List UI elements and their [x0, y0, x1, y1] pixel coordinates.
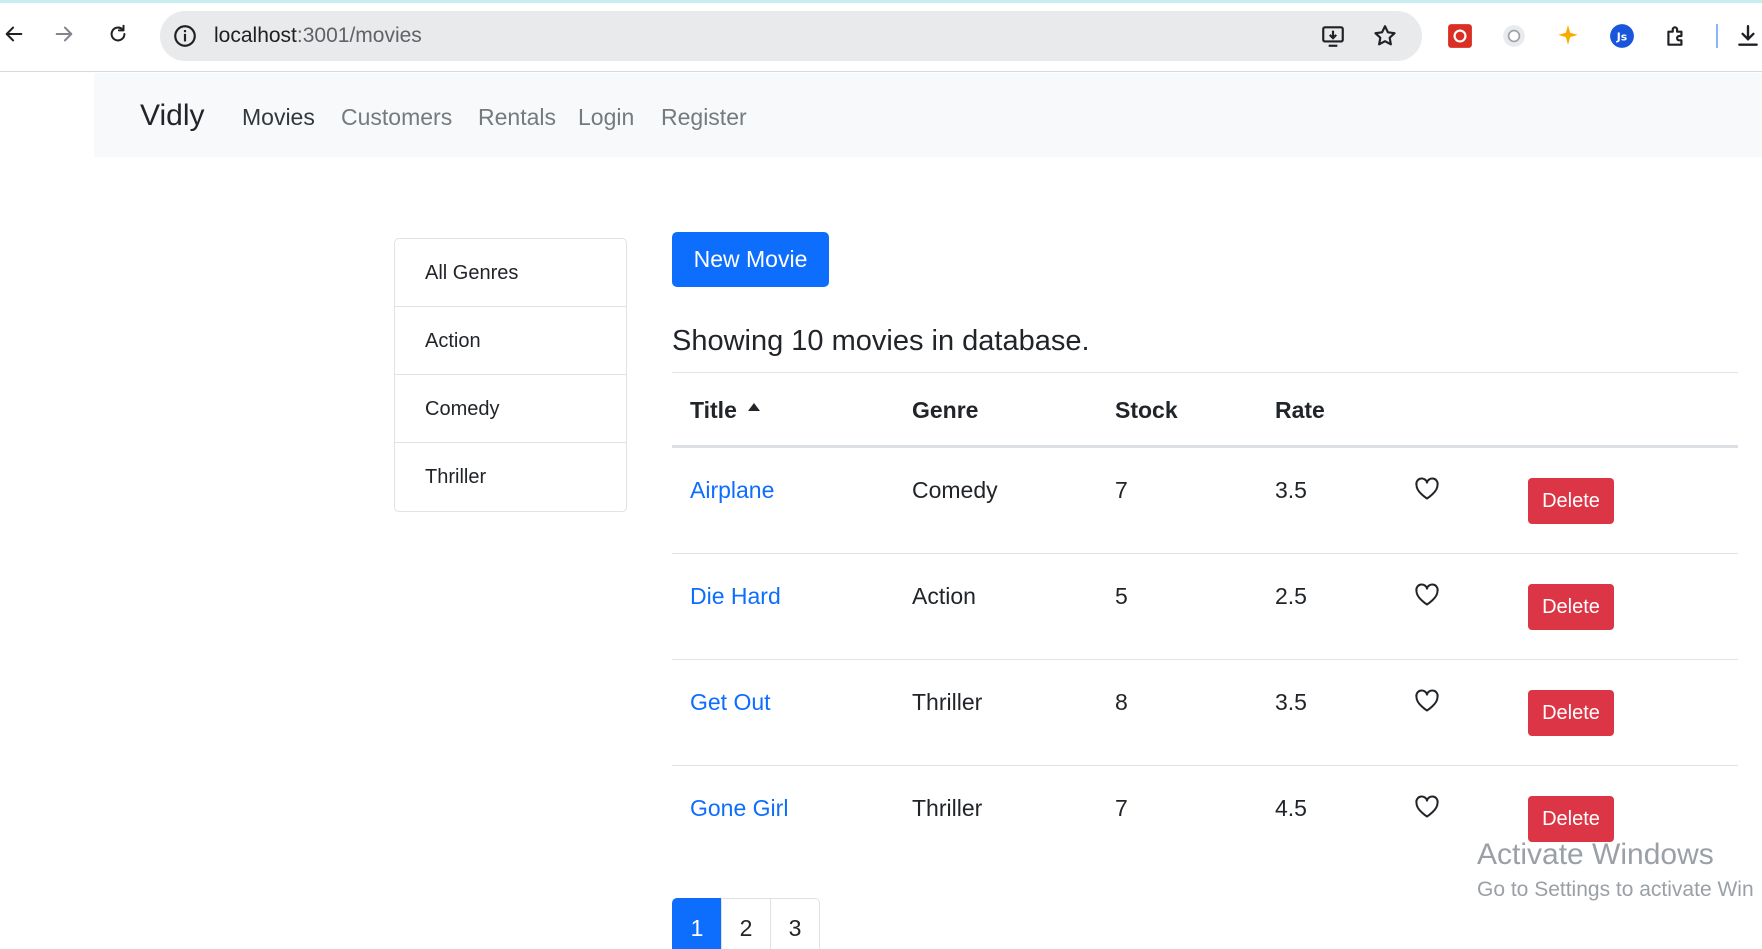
nav-link-customers[interactable]: Customers	[341, 104, 452, 131]
page-link-2[interactable]: 2	[721, 898, 771, 949]
genre-list: All Genres Action Comedy Thriller	[394, 238, 627, 512]
nav-link-register[interactable]: Register	[661, 104, 747, 131]
delete-button[interactable]: Delete	[1528, 796, 1614, 842]
extension-js-icon[interactable]: Js	[1608, 22, 1636, 50]
address-bar[interactable]: localhost:3001/movies	[160, 11, 1422, 61]
tab-strip-edge	[0, 0, 1762, 3]
back-arrow-icon[interactable]	[0, 20, 28, 48]
url-text[interactable]: localhost:3001/movies	[214, 24, 422, 48]
install-app-icon[interactable]	[1320, 23, 1346, 49]
extensions-puzzle-icon[interactable]	[1662, 22, 1690, 50]
delete-button[interactable]: Delete	[1528, 478, 1614, 524]
delete-button[interactable]: Delete	[1528, 690, 1614, 736]
column-header-stock[interactable]: Stock	[1115, 397, 1178, 424]
movie-rate: 3.5	[1275, 477, 1307, 503]
table-row: Get Out Thriller 8 3.5 Delete	[672, 660, 1738, 766]
browser-toolbar: localhost:3001/movies Js	[0, 0, 1762, 72]
url-host: localhost	[214, 24, 297, 47]
genre-label: Action	[425, 330, 481, 352]
pagination: 1 2 3	[672, 898, 820, 949]
reload-icon[interactable]	[104, 20, 132, 48]
svg-text:Js: Js	[1616, 30, 1627, 43]
table-row: Airplane Comedy 7 3.5 Delete	[672, 448, 1738, 554]
activate-windows-watermark: Activate Windows	[1477, 838, 1714, 871]
movie-title-link[interactable]: Get Out	[690, 689, 771, 716]
genre-label: Comedy	[425, 398, 500, 420]
movie-genre: Action	[912, 583, 976, 609]
movie-stock: 7	[1115, 477, 1128, 503]
nav-link-rentals[interactable]: Rentals	[478, 104, 556, 131]
extension-red-icon[interactable]	[1446, 22, 1474, 50]
divider	[672, 372, 1738, 373]
site-info-icon[interactable]	[172, 23, 198, 49]
extension-sparkle-icon[interactable]	[1554, 22, 1582, 50]
sort-asc-icon	[748, 403, 760, 411]
new-movie-button[interactable]: New Movie	[672, 232, 829, 287]
bookmark-star-icon[interactable]	[1372, 23, 1398, 49]
genre-item-all[interactable]: All Genres	[395, 239, 626, 307]
movie-title-link[interactable]: Airplane	[690, 477, 774, 504]
genre-item-action[interactable]: Action	[395, 307, 626, 375]
column-header-title[interactable]: Title	[690, 397, 737, 424]
heart-icon[interactable]	[1414, 583, 1440, 607]
genre-label: Thriller	[425, 466, 487, 488]
genre-item-comedy[interactable]: Comedy	[395, 375, 626, 443]
activate-windows-subtext: Go to Settings to activate Win	[1477, 878, 1754, 901]
heart-icon[interactable]	[1414, 795, 1440, 819]
nav-link-login[interactable]: Login	[578, 104, 634, 131]
movie-stock: 7	[1115, 795, 1128, 821]
column-header-genre[interactable]: Genre	[912, 397, 978, 424]
movie-count-text: Showing 10 movies in database.	[672, 325, 1090, 357]
url-path: :3001/movies	[296, 24, 422, 47]
forward-arrow-icon[interactable]	[50, 20, 78, 48]
movie-stock: 8	[1115, 689, 1128, 715]
movie-genre: Thriller	[912, 795, 983, 821]
delete-button[interactable]: Delete	[1528, 584, 1614, 630]
page-link-3[interactable]: 3	[770, 898, 820, 949]
movie-genre: Comedy	[912, 477, 998, 503]
app-navbar: Vidly Movies Customers Rentals Login Reg…	[94, 73, 1762, 157]
table-row: Die Hard Action 5 2.5 Delete	[672, 554, 1738, 660]
page-link-1[interactable]: 1	[672, 898, 722, 949]
genre-label: All Genres	[425, 262, 519, 284]
heart-icon[interactable]	[1414, 689, 1440, 713]
movie-rate: 3.5	[1275, 689, 1307, 715]
downloads-icon[interactable]	[1734, 22, 1762, 50]
movie-title-link[interactable]: Die Hard	[690, 583, 781, 610]
brand-link[interactable]: Vidly	[140, 99, 204, 133]
column-header-rate[interactable]: Rate	[1275, 397, 1325, 424]
genre-item-thriller[interactable]: Thriller	[395, 443, 626, 511]
movie-stock: 5	[1115, 583, 1128, 609]
nav-link-movies[interactable]: Movies	[242, 104, 315, 131]
movie-rate: 4.5	[1275, 795, 1307, 821]
movie-title-link[interactable]: Gone Girl	[690, 795, 788, 822]
movie-rate: 2.5	[1275, 583, 1307, 609]
heart-icon[interactable]	[1414, 477, 1440, 501]
movie-genre: Thriller	[912, 689, 983, 715]
extension-ring-icon[interactable]	[1500, 22, 1528, 50]
toolbar-divider	[1716, 24, 1718, 48]
